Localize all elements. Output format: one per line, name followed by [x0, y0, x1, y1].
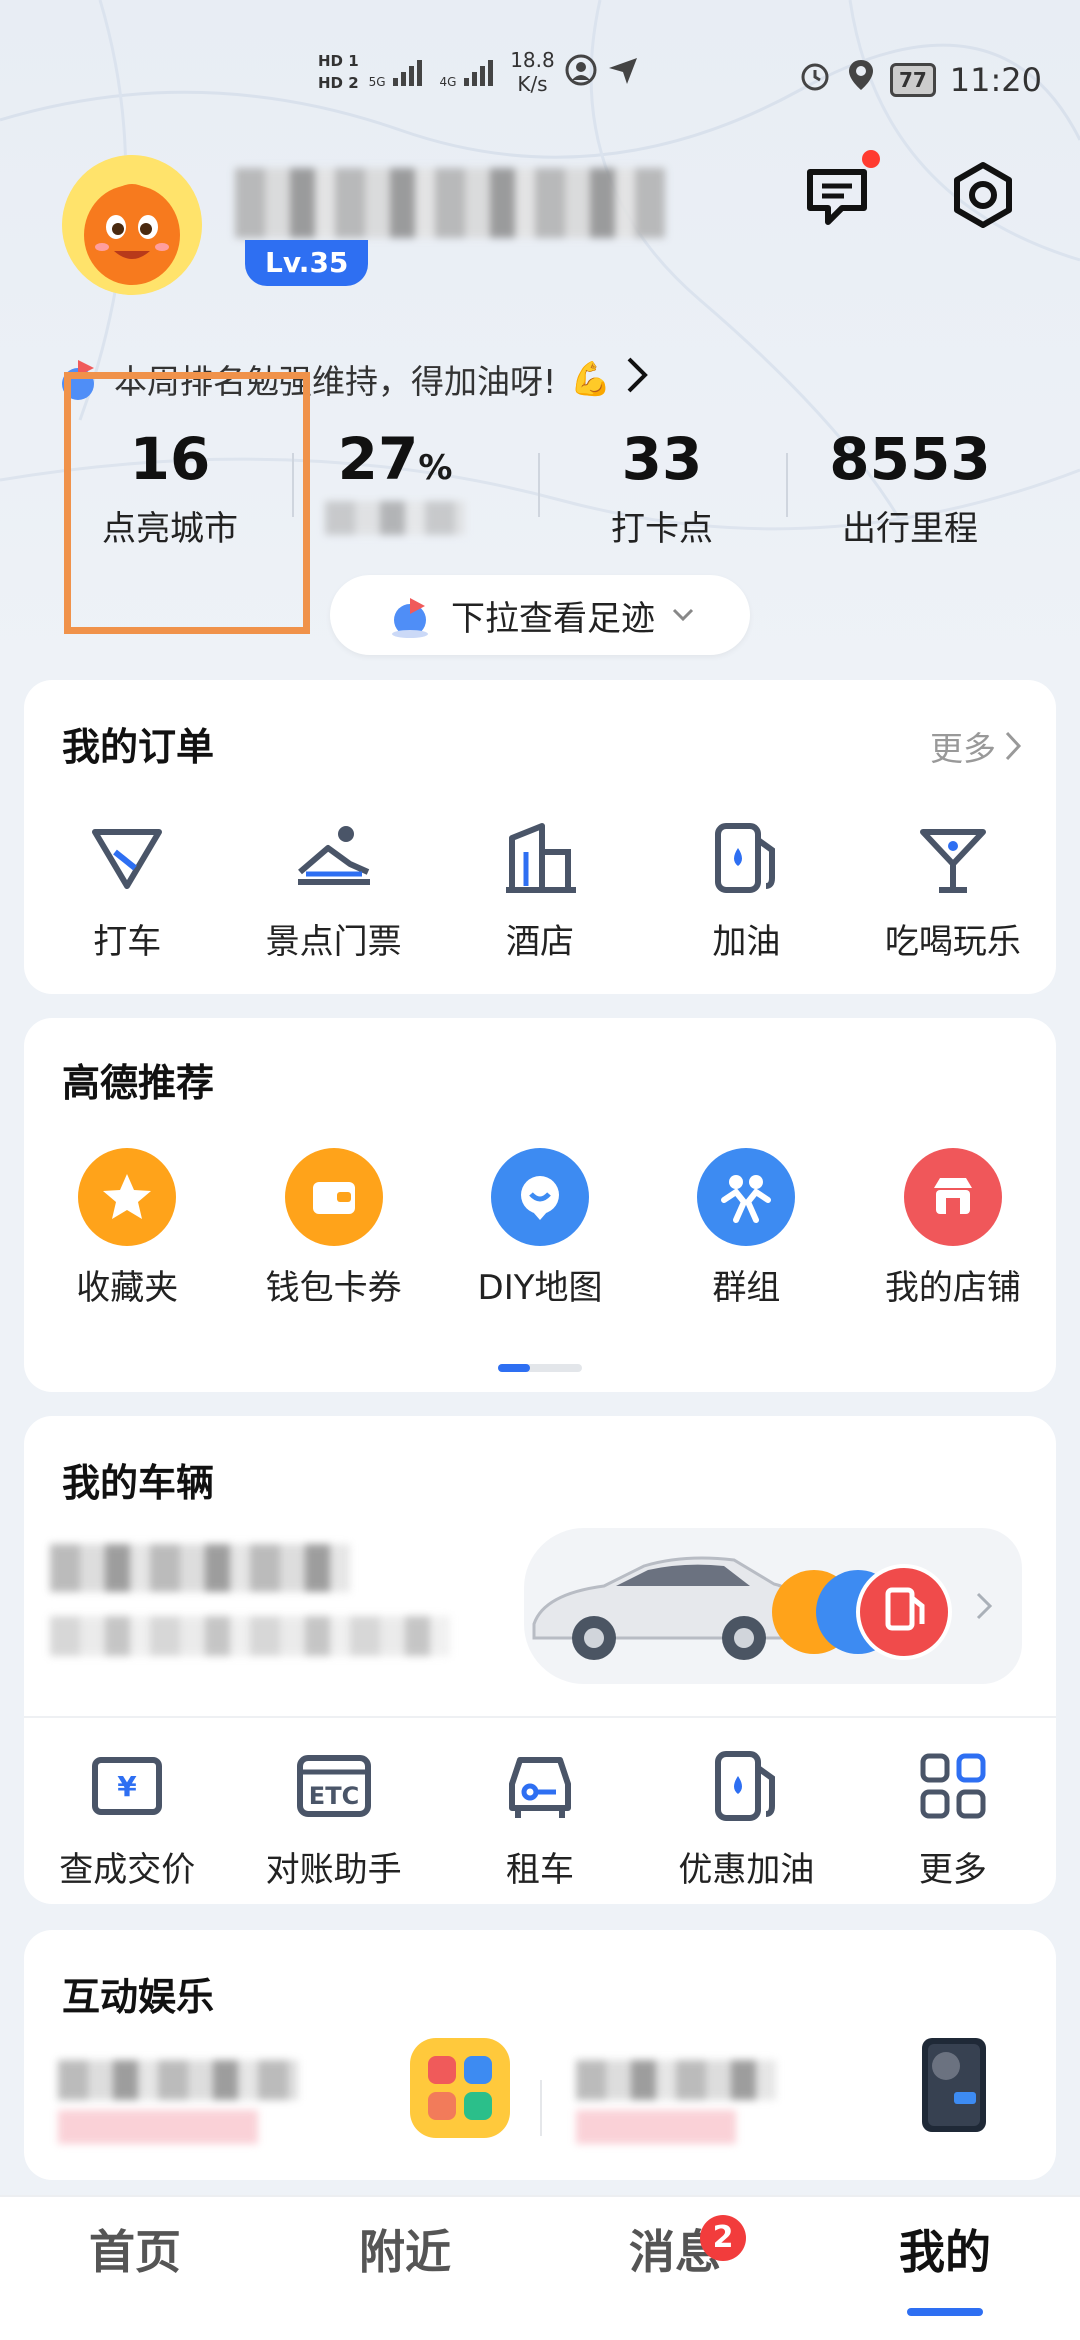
svg-text:¥: ¥: [117, 1770, 137, 1803]
svg-text:ETC: ETC: [308, 1782, 358, 1810]
nav-nearby[interactable]: 附近: [270, 2197, 540, 2340]
shop-icon: [903, 1148, 1002, 1246]
recommend-shop[interactable]: 我的店铺: [850, 1148, 1056, 1309]
wallet-icon: [284, 1148, 383, 1246]
divider: [540, 2080, 542, 2136]
active-tab-indicator: [907, 2308, 983, 2316]
entertainment-card: 互动娱乐: [24, 1930, 1056, 2180]
car-icon: [532, 1556, 993, 1660]
rental-car-icon: [509, 1757, 572, 1818]
recommend-wallet[interactable]: 钱包卡券: [230, 1148, 436, 1309]
footprint-button[interactable]: 下拉查看足迹: [330, 575, 750, 655]
recommend-diy-map[interactable]: DIY地图: [437, 1148, 643, 1309]
recommend-group[interactable]: 群组: [643, 1148, 849, 1309]
network-speed: 18.8 K/s: [510, 48, 555, 96]
scenic-icon: [297, 826, 370, 885]
game-tile[interactable]: [408, 2036, 512, 2144]
level-badge: Lv.35: [245, 240, 369, 286]
vehicles-card: 我的车辆 ¥ 查成交价 ETC 对账助手 租车 优惠加油 更多: [24, 1416, 1056, 1904]
group-icon: [697, 1148, 796, 1246]
hotel-icon: [506, 823, 577, 893]
stat-label-redacted: [275, 501, 515, 545]
signal-5g-icon: 5G: [369, 56, 430, 89]
send-icon: [607, 54, 639, 90]
recommend-card: 高德推荐 收藏夹 钱包卡券 DIY地图 群组 我的店铺: [24, 1018, 1056, 1392]
stat-mileage[interactable]: 8553 出行里程: [790, 425, 1030, 550]
username-redacted: [235, 168, 665, 238]
etc-icon: ETC: [296, 1755, 371, 1817]
order-hotel[interactable]: 酒店: [437, 816, 643, 963]
message-button[interactable]: [802, 162, 872, 232]
vehicle-desc-redacted: [50, 1616, 450, 1656]
vehicle-fuel-discount[interactable]: 优惠加油: [643, 1744, 849, 1891]
divider: [538, 453, 540, 517]
flex-emoji-icon: 💪: [570, 359, 612, 398]
entertainment-subtext-redacted: [58, 2110, 258, 2144]
vehicle-price-check[interactable]: ¥ 查成交价: [24, 1744, 230, 1891]
entertainment-item-redacted: [576, 2060, 776, 2100]
avatar[interactable]: [62, 155, 202, 295]
vehicle-more[interactable]: 更多: [850, 1744, 1056, 1891]
globe-icon: [392, 598, 428, 638]
stat-checkins[interactable]: 33 打卡点: [542, 425, 782, 550]
highlight-annotation-box: [64, 372, 310, 634]
order-tickets[interactable]: 景点门票: [230, 816, 436, 963]
star-icon: [78, 1148, 177, 1246]
entertainment-title: 互动娱乐: [62, 1975, 215, 2019]
settings-button[interactable]: [948, 160, 1018, 230]
settings-icon: [954, 162, 1012, 228]
fuel-discount-icon: [715, 1751, 776, 1821]
status-bar: HD 1 HD 2 5G 4G 18.8 K/s 77 11:20: [0, 40, 1080, 120]
order-taxi[interactable]: 打车: [24, 816, 230, 963]
vehicle-name-redacted: [50, 1544, 350, 1592]
stat-label: 打卡点: [611, 509, 713, 549]
stat-percent[interactable]: 27%: [275, 425, 515, 545]
game-apps-icon: [410, 2038, 510, 2138]
hd1-indicator: HD 1: [318, 52, 359, 70]
order-entertainment[interactable]: 吃喝玩乐: [850, 816, 1056, 963]
diy-map-icon: [491, 1148, 590, 1246]
bottom-nav: 首页 附近 消息 2 我的: [0, 2195, 1080, 2340]
entertainment-item-redacted: [58, 2060, 298, 2100]
vehicle-rental[interactable]: 租车: [437, 1744, 643, 1891]
location-icon: [846, 58, 876, 101]
divider: [24, 1716, 1056, 1718]
chevron-down-icon: [672, 608, 694, 622]
recommend-title: 高德推荐: [62, 1061, 215, 1105]
entertainment-subtext-redacted: [576, 2110, 736, 2144]
footprint-label: 下拉查看足迹: [451, 598, 655, 639]
orders-more-link[interactable]: 更多: [930, 722, 1022, 770]
phone-icon: [922, 2038, 986, 2132]
nav-mine[interactable]: 我的: [810, 2197, 1080, 2340]
grid-more-icon: [920, 1753, 986, 1819]
stat-label: 出行里程: [842, 509, 978, 549]
message-icon: [807, 169, 867, 225]
divider: [786, 453, 788, 517]
nav-messages[interactable]: 消息 2: [540, 2197, 810, 2340]
battery-icon: 77: [889, 62, 936, 97]
nav-home[interactable]: 首页: [0, 2197, 270, 2340]
signal-4g-icon: 4G: [439, 56, 500, 89]
vehicle-banner[interactable]: [524, 1528, 1022, 1684]
recommend-favorites[interactable]: 收藏夹: [24, 1148, 230, 1309]
fuel-icon: [715, 823, 776, 893]
chevron-right-icon: [1005, 731, 1022, 761]
clock: 11:20: [949, 60, 1042, 99]
cocktail-icon: [919, 829, 986, 893]
vehicles-title: 我的车辆: [62, 1461, 215, 1505]
price-icon: ¥: [92, 1757, 163, 1815]
alarm-icon: [798, 58, 832, 101]
order-fuel[interactable]: 加油: [643, 816, 849, 963]
messages-badge: 2: [700, 2215, 746, 2261]
vehicle-etc-assistant[interactable]: ETC 对账助手: [230, 1744, 436, 1891]
message-unread-dot: [862, 150, 880, 168]
taxi-icon: [92, 829, 163, 889]
hd2-indicator: HD 2: [318, 74, 359, 92]
privacy-icon: [565, 54, 597, 90]
pager-indicator: [498, 1364, 582, 1372]
chevron-right-icon: [625, 355, 649, 403]
orders-title: 我的订单: [62, 725, 215, 769]
phone-promo[interactable]: [914, 2036, 994, 2138]
orders-card: 我的订单 更多 打车 景点门票 酒店 加油 吃喝玩乐: [24, 680, 1056, 994]
